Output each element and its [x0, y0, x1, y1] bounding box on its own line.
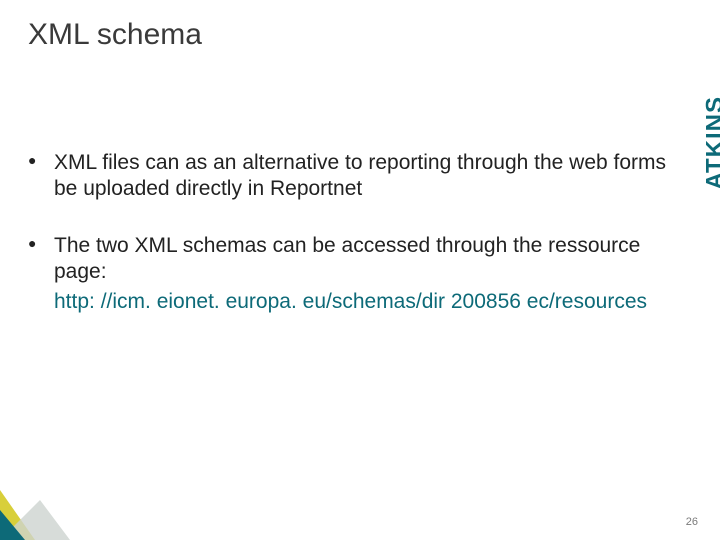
page-title: XML schema [28, 18, 202, 52]
resource-link[interactable]: http: //icm. eionet. europa. eu/schemas/… [54, 289, 672, 315]
slide: XML schema ATKINS XML files can as an al… [0, 0, 720, 540]
list-item: The two XML schemas can be accessed thro… [28, 233, 672, 316]
bullet-text: XML files can as an alternative to repor… [54, 151, 666, 200]
content-area: XML files can as an alternative to repor… [28, 150, 672, 345]
corner-decoration-icon [0, 480, 70, 540]
list-item: XML files can as an alternative to repor… [28, 150, 672, 203]
bullet-list: XML files can as an alternative to repor… [28, 150, 672, 315]
page-number: 26 [686, 516, 698, 528]
brand-logo-text: ATKINS [702, 96, 720, 190]
bullet-text: The two XML schemas can be accessed thro… [54, 234, 640, 283]
